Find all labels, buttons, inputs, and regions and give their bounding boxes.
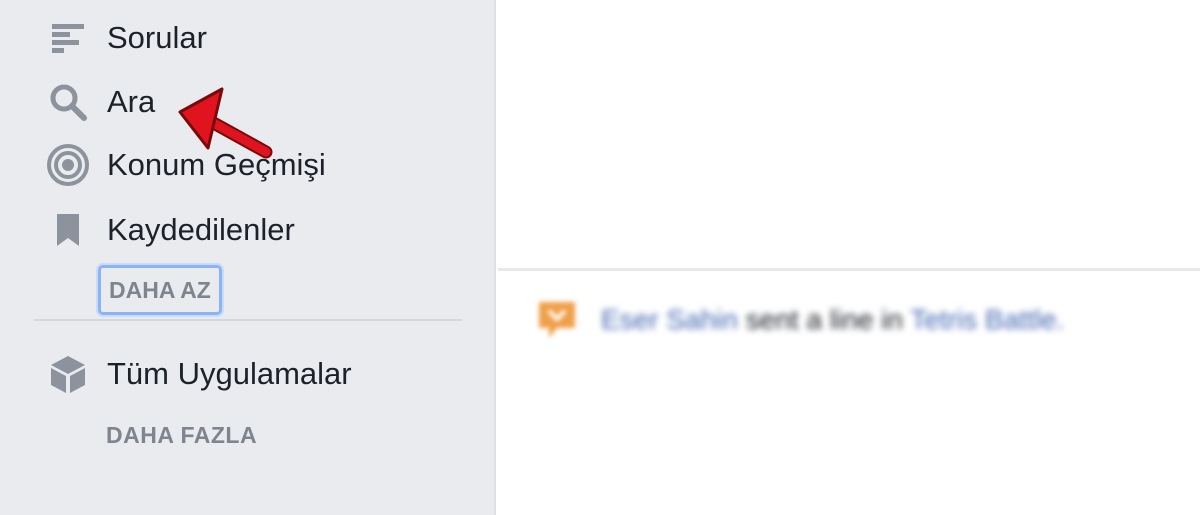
left-sidebar: Sorular Ara Konum Geçmişi Kaydedilenler [0, 0, 496, 515]
sidebar-item-sorular[interactable]: Sorular [46, 16, 207, 60]
sidebar-item-label: Sorular [107, 20, 207, 55]
sidebar-item-label: Konum Geçmişi [107, 147, 326, 182]
notification-actor-link[interactable]: Eser Sahin [601, 304, 738, 335]
show-more-button[interactable]: DAHA FAZLA [106, 420, 257, 450]
sidebar-item-label: Ara [107, 84, 156, 119]
bookmark-icon [46, 208, 90, 252]
sidebar-item-konum-gecmisi[interactable]: Konum Geçmişi [46, 143, 326, 187]
notification-text: Eser Sahin sent a line in Tetris Battle. [601, 304, 1064, 336]
notification-target-link[interactable]: Tetris Battle. [910, 304, 1064, 335]
notification-body: sent a line in [745, 304, 903, 335]
sidebar-item-label: Tüm Uygulamalar [107, 356, 352, 391]
feed-divider [498, 268, 1200, 271]
sidebar-item-tum-uygulamalar[interactable]: Tüm Uygulamalar [46, 352, 352, 396]
cube-icon [46, 352, 90, 396]
divider [34, 319, 462, 321]
lines-icon [46, 16, 90, 60]
location-history-icon [46, 143, 90, 187]
chat-bubble-icon [535, 298, 579, 342]
sidebar-item-ara[interactable]: Ara [46, 80, 155, 124]
notification-item[interactable]: Eser Sahin sent a line in Tetris Battle. [535, 298, 1064, 342]
search-icon [46, 80, 90, 124]
sidebar-item-kaydedilenler[interactable]: Kaydedilenler [46, 208, 295, 252]
show-less-button[interactable]: DAHA AZ [98, 265, 222, 315]
sidebar-item-label: Kaydedilenler [107, 212, 295, 247]
